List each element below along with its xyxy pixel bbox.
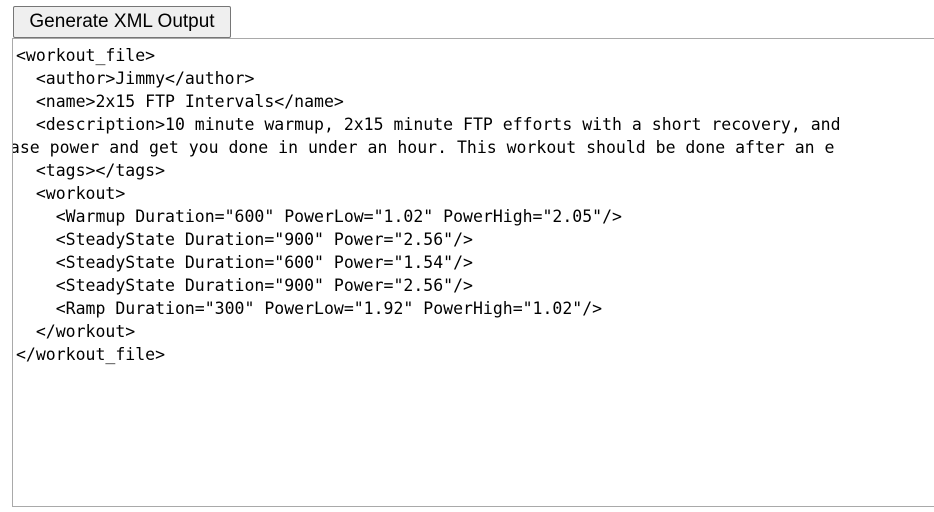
xml-line: </workout_file> xyxy=(16,345,166,364)
xml-line: <SteadyState Duration="900" Power="2.56"… xyxy=(16,230,473,249)
xml-line: <SteadyState Duration="900" Power="2.56"… xyxy=(16,276,473,295)
xml-output-textarea[interactable]: <workout_file> <author>Jimmy</author> <n… xyxy=(12,38,934,507)
page: Generate XML Output <workout_file> <auth… xyxy=(0,0,934,512)
xml-line: <author>Jimmy</author> xyxy=(16,69,255,88)
xml-line: <SteadyState Duration="600" Power="1.54"… xyxy=(16,253,473,272)
xml-line: <tags></tags> xyxy=(16,161,166,180)
xml-line: <Ramp Duration="300" PowerLow="1.92" Pow… xyxy=(16,299,603,318)
xml-output-text: <workout_file> <author>Jimmy</author> <n… xyxy=(13,39,934,366)
xml-line: base power and get you done in under an … xyxy=(12,138,835,157)
xml-line: <description>10 minute warmup, 2x15 minu… xyxy=(16,115,841,134)
xml-line: <Warmup Duration="600" PowerLow="1.02" P… xyxy=(16,207,622,226)
xml-line: <workout> xyxy=(16,184,126,203)
generate-xml-button[interactable]: Generate XML Output xyxy=(13,6,231,38)
xml-line: <name>2x15 FTP Intervals</name> xyxy=(16,92,344,111)
xml-line: </workout> xyxy=(16,322,136,341)
xml-line: <workout_file> xyxy=(16,46,156,65)
